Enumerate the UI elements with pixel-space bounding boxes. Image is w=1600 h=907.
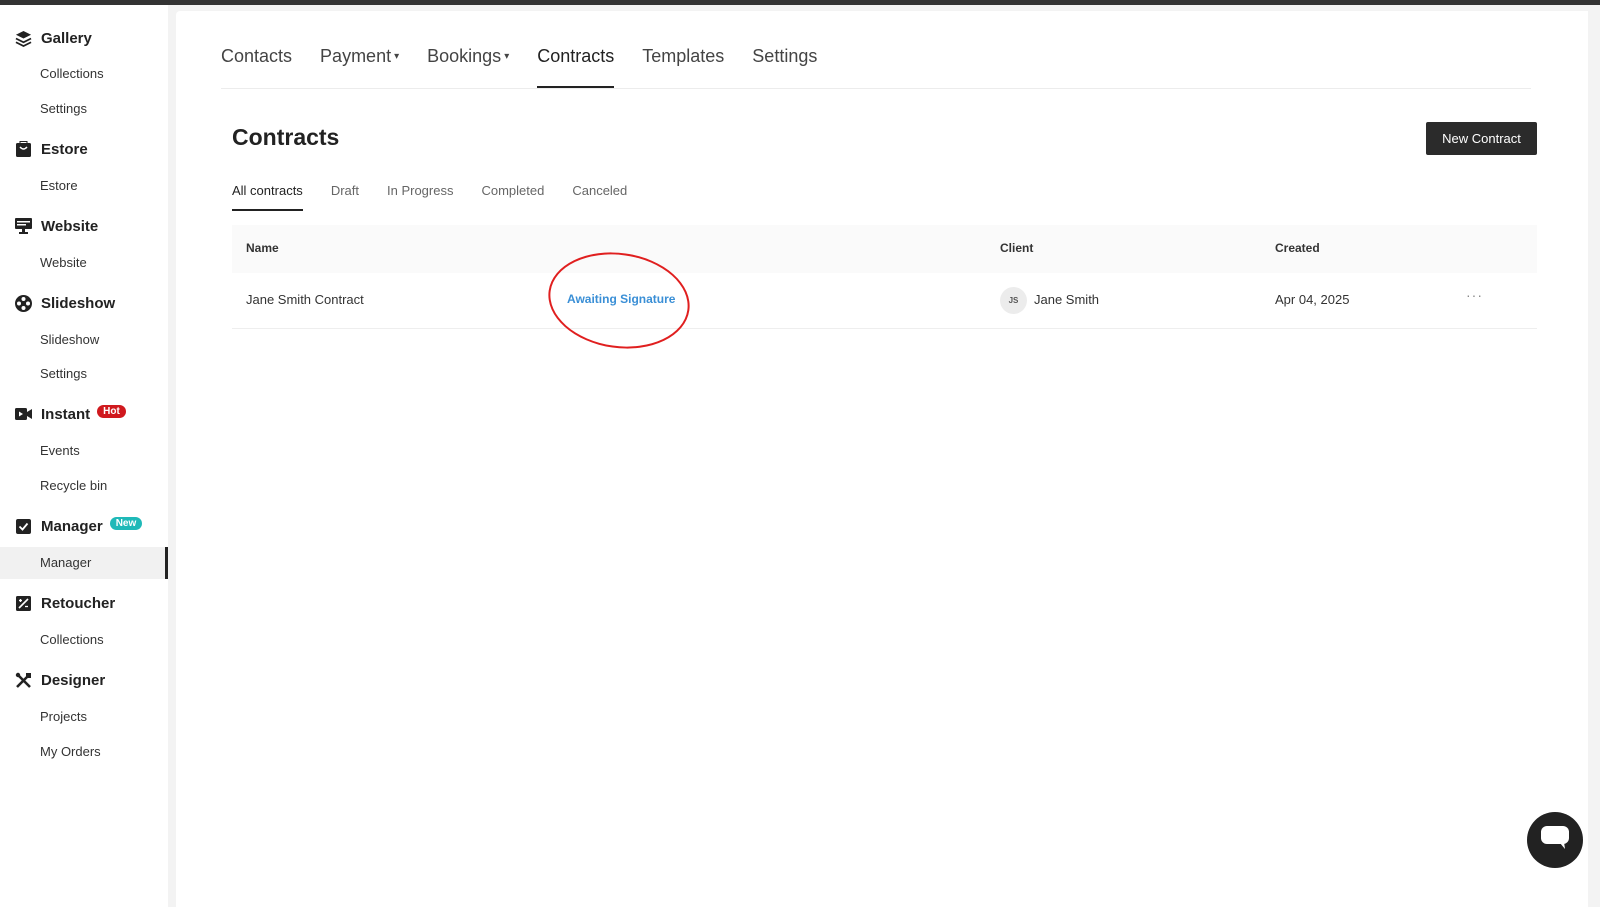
sidebar-section-title: Retoucher [41, 594, 116, 612]
subtab-draft[interactable]: Draft [331, 183, 359, 211]
tab-contracts[interactable]: Contracts [537, 46, 615, 88]
sidebar-item-my-orders[interactable]: My Orders [40, 742, 101, 762]
avatar: JS [1000, 287, 1027, 314]
sidebar-section-title: Slideshow [41, 294, 116, 312]
tab-label: Payment [320, 46, 392, 66]
sidebar-section-title: Manager [41, 517, 103, 535]
sidebar-section-gallery[interactable]: Gallery [14, 26, 92, 50]
status-badge: Awaiting Signature [567, 292, 676, 306]
contracts-table: Name Client Created Jane Smith Contract … [232, 225, 1537, 358]
new-badge: New [109, 516, 143, 530]
contract-filter-tabs: All contracts Draft In Progress Complete… [232, 183, 627, 211]
layers-icon [14, 29, 32, 47]
sidebar-section-title: Instant [41, 405, 91, 423]
design-tools-icon [14, 671, 32, 689]
monitor-icon [14, 217, 32, 235]
tab-label: Contacts [221, 46, 293, 66]
retouch-icon [14, 594, 32, 612]
sidebar-item-recycle-bin[interactable]: Recycle bin [40, 476, 107, 496]
new-contract-button[interactable]: New Contract [1426, 122, 1537, 155]
subtab-completed[interactable]: Completed [481, 183, 544, 211]
sidebar-section-title: Website [41, 217, 99, 235]
chat-bubble-icon [1541, 825, 1569, 855]
sidebar-item-gallery-collections[interactable]: Collections [40, 64, 104, 84]
hot-badge: Hot [97, 404, 126, 418]
tab-settings[interactable]: Settings [752, 46, 817, 88]
sidebar-section-title: Estore [41, 140, 88, 158]
subtab-in-progress[interactable]: In Progress [387, 183, 453, 211]
tab-templates[interactable]: Templates [642, 46, 724, 88]
sidebar: Gallery Collections Settings Estore Esto… [0, 5, 168, 907]
sidebar-section-estore[interactable]: Estore [14, 137, 88, 161]
subtab-canceled[interactable]: Canceled [572, 183, 627, 211]
contract-name[interactable]: Jane Smith Contract [246, 292, 364, 307]
column-header-created[interactable]: Created [1275, 241, 1320, 255]
store-icon [14, 140, 32, 158]
nav-divider [221, 88, 1531, 89]
sidebar-section-retoucher[interactable]: Retoucher [14, 591, 115, 615]
caret-down-icon: ▾ [504, 51, 510, 62]
caret-down-icon: ▾ [394, 51, 400, 62]
more-options-icon[interactable]: ··· [1466, 287, 1483, 303]
film-reel-icon [14, 294, 32, 312]
sidebar-item-gallery-settings[interactable]: Settings [40, 99, 87, 119]
window-top-bar [0, 0, 1600, 5]
tab-label: Templates [642, 46, 725, 66]
chat-launcher-button[interactable] [1527, 812, 1583, 868]
video-camera-icon [14, 405, 32, 423]
sidebar-item-manager[interactable]: Manager [0, 547, 168, 579]
sidebar-section-title: Designer [41, 671, 106, 689]
sidebar-item-events[interactable]: Events [40, 441, 80, 461]
sidebar-section-website[interactable]: Website [14, 214, 98, 238]
sidebar-item-slideshow[interactable]: Slideshow [40, 330, 99, 350]
sidebar-item-website[interactable]: Website [40, 253, 87, 273]
page-title: Contracts [232, 124, 340, 150]
column-header-name[interactable]: Name [246, 241, 279, 255]
sidebar-section-manager[interactable]: Manager New [14, 514, 143, 538]
main-panel: Contacts Payment ▾ Bookings ▾ Contracts Te… [176, 11, 1588, 907]
tab-label: Contracts [537, 46, 615, 66]
tab-payment[interactable]: Payment ▾ [320, 46, 399, 88]
sidebar-section-instant[interactable]: Instant Hot [14, 402, 126, 426]
subtab-all-contracts[interactable]: All contracts [232, 183, 303, 211]
checkbox-icon [14, 517, 32, 535]
sidebar-item-estore[interactable]: Estore [40, 176, 78, 196]
top-navigation: Contacts Payment ▾ Bookings ▾ Contracts Te… [221, 46, 817, 88]
column-header-client[interactable]: Client [1000, 241, 1033, 255]
sidebar-section-slideshow[interactable]: Slideshow [14, 291, 115, 315]
sidebar-section-title: Gallery [41, 29, 92, 47]
tab-bookings[interactable]: Bookings ▾ [427, 46, 509, 88]
table-row[interactable]: Jane Smith Contract Awaiting Signature J… [232, 243, 1537, 358]
created-date: Apr 04, 2025 [1275, 292, 1350, 307]
sidebar-item-retoucher-collections[interactable]: Collections [40, 630, 104, 650]
tab-contacts[interactable]: Contacts [221, 46, 292, 88]
table-header: Name Client Created [232, 225, 1537, 273]
tab-label: Bookings [427, 46, 502, 66]
sidebar-item-projects[interactable]: Projects [40, 707, 87, 727]
sidebar-item-slideshow-settings[interactable]: Settings [40, 364, 87, 384]
sidebar-section-designer[interactable]: Designer [14, 668, 105, 692]
client-name: Jane Smith [1034, 292, 1100, 307]
tab-label: Settings [752, 46, 818, 66]
